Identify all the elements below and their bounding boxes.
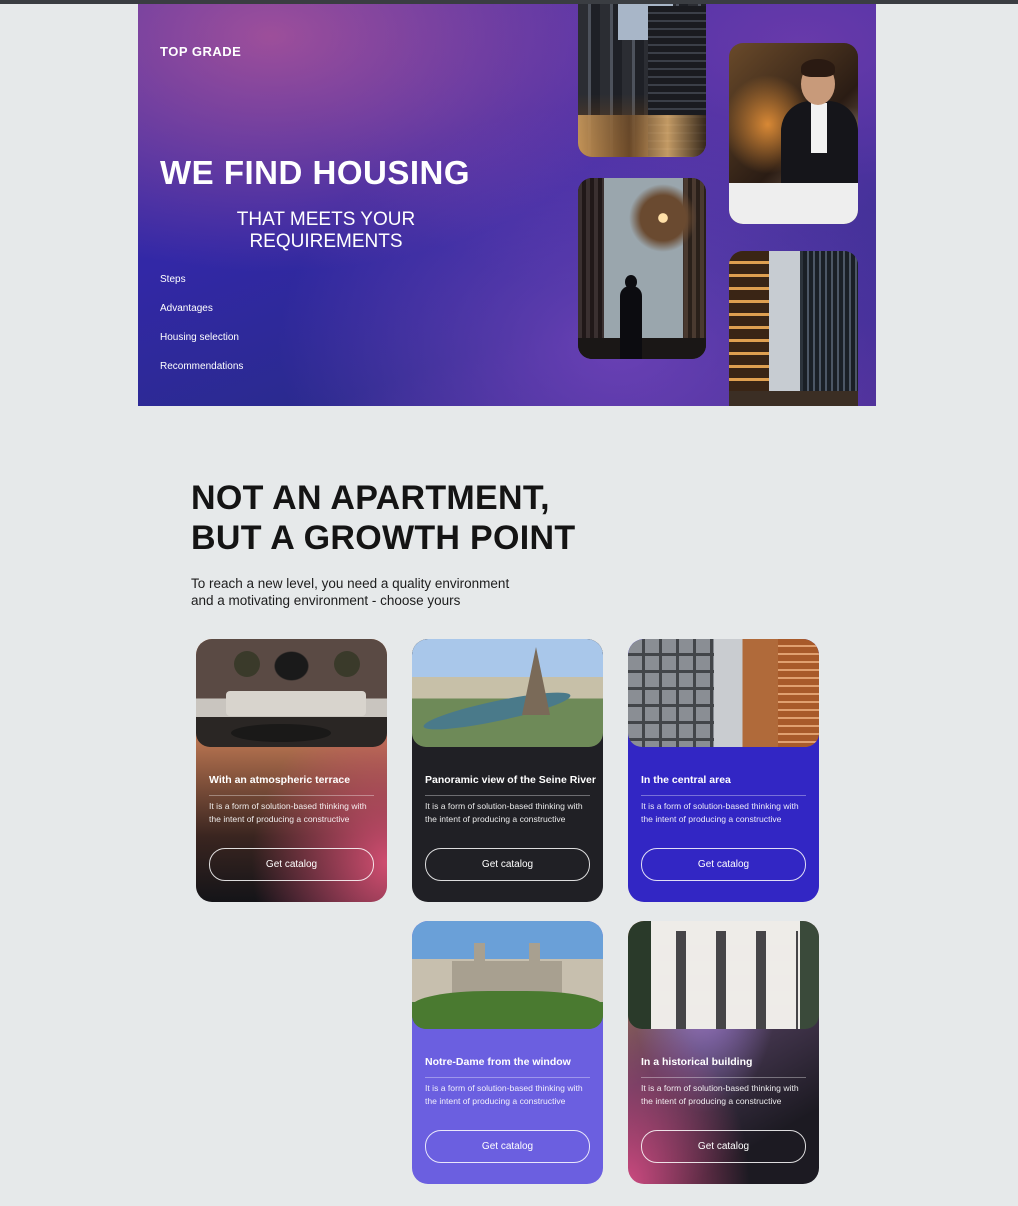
card-image-terrace [196,639,387,747]
photo-skyscrapers-street [729,251,858,406]
card-title: In the central area [641,774,731,786]
section-description: To reach a new level, you need a quality… [191,575,509,609]
photo-man-at-window [578,178,706,359]
card-divider [209,795,374,796]
nav-link-steps[interactable]: Steps [160,274,186,285]
card-image-central-area [628,639,819,747]
get-catalog-button[interactable]: Get catalog [641,848,806,881]
hero-banner: TOP GRADE WE FIND HOUSING THAT MEETS YOU… [138,4,876,406]
card-description: It is a form of solution-based thinking … [209,801,367,824]
get-catalog-button[interactable]: Get catalog [641,1130,806,1163]
card-divider [425,795,590,796]
card-description: It is a form of solution-based thinking … [425,801,583,824]
get-catalog-button[interactable]: Get catalog [425,848,590,881]
get-catalog-button[interactable]: Get catalog [209,848,374,881]
card-divider [425,1077,590,1078]
section-title: NOT AN APARTMENT, BUT A GROWTH POINT [191,478,575,558]
card-image-seine [412,639,603,747]
photo-businessman-restaurant [729,43,858,224]
card-description: It is a form of solution-based thinking … [425,1083,583,1106]
card-title: With an atmospheric terrace [209,774,351,786]
card-title: Notre-Dame from the window [425,1056,571,1068]
card-title: In a historical building [641,1056,753,1068]
section-desc-line-1: To reach a new level, you need a quality… [191,576,510,591]
housing-card-historical: In a historical building It is a form of… [628,921,819,1184]
section-title-line-1: NOT AN APARTMENT, [191,479,550,517]
get-catalog-button[interactable]: Get catalog [425,1130,590,1163]
card-title: Panoramic view of the Seine River [425,774,596,786]
housing-card-central: In the central area It is a form of solu… [628,639,819,902]
photo-city-street-night [578,4,706,157]
brand-logo[interactable]: TOP GRADE [160,44,241,59]
section-title-line-2: BUT A GROWTH POINT [191,519,576,557]
card-image-notre-dame [412,921,603,1029]
card-description: It is a form of solution-based thinking … [641,1083,799,1106]
housing-card-seine: Panoramic view of the Seine River It is … [412,639,603,902]
card-description: It is a form of solution-based thinking … [641,801,799,824]
housing-card-notre-dame: Notre-Dame from the window It is a form … [412,921,603,1184]
nav-link-recommendations[interactable]: Recommendations [160,361,243,372]
nav-link-advantages[interactable]: Advantages [160,303,213,314]
card-divider [641,1077,806,1078]
card-image-historical-building [628,921,819,1029]
section-desc-line-2: and a motivating environment - choose yo… [191,593,461,608]
hero-title: WE FIND HOUSING [160,154,470,191]
card-divider [641,795,806,796]
hero-subtitle: THAT MEETS YOUR REQUIREMENTS [236,209,416,252]
nav-link-housing-selection[interactable]: Housing selection [160,332,239,343]
housing-card-terrace: With an atmospheric terrace It is a form… [196,639,387,902]
